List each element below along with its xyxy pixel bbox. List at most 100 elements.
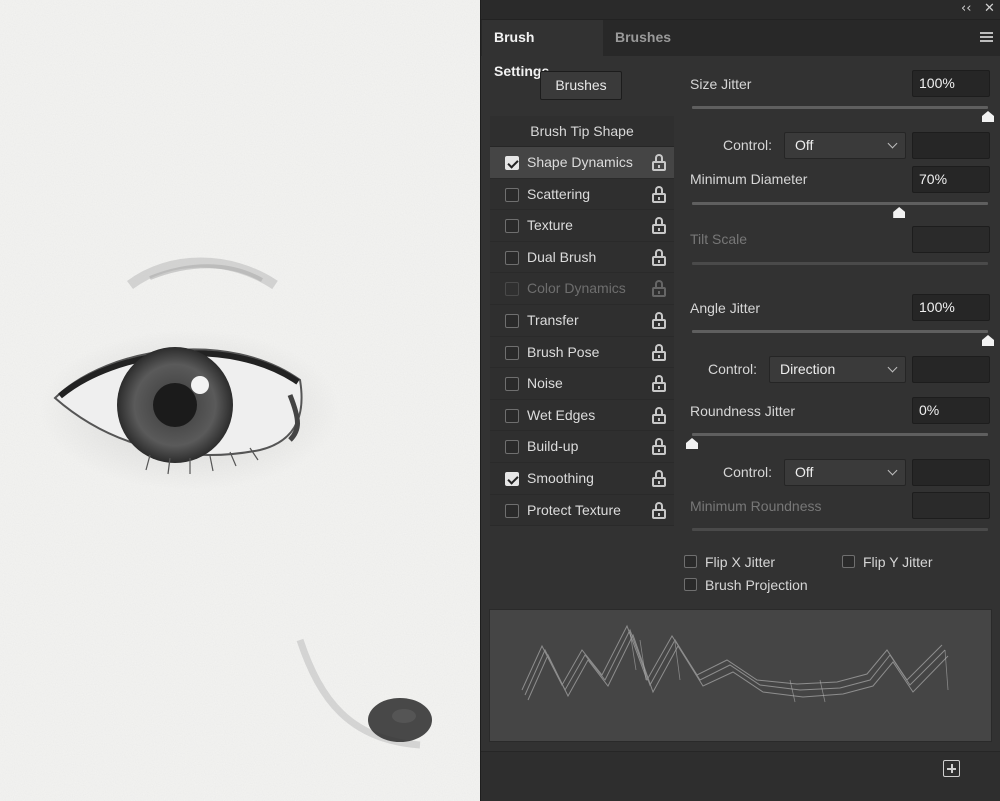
checkbox[interactable] xyxy=(684,555,697,568)
brush-option-label: Texture xyxy=(527,217,573,234)
brush-option-row[interactable]: Smoothing xyxy=(490,462,674,495)
tab-brushes[interactable]: Brushes xyxy=(603,20,680,56)
collapse-icon[interactable]: ‹‹ xyxy=(961,1,971,16)
flip-y-jitter-label: Flip Y Jitter xyxy=(863,554,933,570)
tilt-scale-field[interactable] xyxy=(912,226,990,253)
brush-option-label: Dual Brush xyxy=(527,248,597,265)
checkbox[interactable] xyxy=(684,578,697,591)
checkbox[interactable] xyxy=(505,187,519,202)
checkbox[interactable] xyxy=(505,156,519,170)
brush-option-row[interactable]: Color Dynamics xyxy=(490,273,674,305)
size-jitter-control-field[interactable] xyxy=(912,132,990,159)
control-label: Control: xyxy=(723,137,773,153)
chevron-down-icon xyxy=(887,465,898,476)
unlock-icon[interactable] xyxy=(652,375,666,393)
panel-tab-bar: Brush Settings Brushes xyxy=(481,20,1000,79)
stroke-preview-graphic xyxy=(521,624,949,703)
brush-option-label: Color Dynamics xyxy=(527,280,626,297)
brush-option-label: Wet Edges xyxy=(527,406,596,423)
create-new-brush-icon[interactable] xyxy=(943,760,960,777)
angle-jitter-slider[interactable] xyxy=(692,330,988,333)
brush-projection-label: Brush Projection xyxy=(705,577,808,593)
tilt-scale-slider[interactable] xyxy=(692,262,988,265)
brush-option-row[interactable]: Protect Texture xyxy=(490,494,674,527)
minimum-roundness-field[interactable] xyxy=(912,492,990,519)
brush-options-list: Brush Tip Shape Shape Dynamics Scattering… xyxy=(490,116,674,527)
close-icon[interactable]: ✕ xyxy=(984,1,995,16)
panel-title-bar: ‹‹ ✕ xyxy=(481,0,1000,20)
brush-option-label: Protect Texture xyxy=(527,501,621,518)
brush-option-row[interactable]: Wet Edges xyxy=(490,399,674,432)
unlock-icon[interactable] xyxy=(652,438,666,456)
brush-settings-panel: ‹‹ ✕ Brush Settings Brushes Brushes Brus… xyxy=(480,0,1000,801)
tab-brush-settings[interactable]: Brush Settings xyxy=(482,20,603,79)
brush-option-row[interactable]: Dual Brush xyxy=(490,241,674,274)
brush-option-label: Scattering xyxy=(527,185,591,202)
roundness-jitter-label: Roundness Jitter xyxy=(690,403,796,419)
chevron-down-icon xyxy=(887,138,898,149)
unlock-icon[interactable] xyxy=(652,406,666,424)
unlock-icon[interactable] xyxy=(652,248,666,266)
unlock-icon[interactable] xyxy=(652,469,666,487)
brush-option-label: Smoothing xyxy=(527,469,594,486)
unlock-icon[interactable] xyxy=(652,217,666,235)
minimum-diameter-slider[interactable] xyxy=(692,202,988,205)
unlock-icon[interactable] xyxy=(652,185,666,203)
control-value: Direction xyxy=(780,361,836,377)
brush-option-label: Transfer xyxy=(527,311,579,328)
brush-option-row[interactable]: Noise xyxy=(490,368,674,400)
checkbox[interactable] xyxy=(505,313,519,328)
brush-option-label: Noise xyxy=(527,375,563,392)
flip-x-jitter-label: Flip X Jitter xyxy=(705,554,776,570)
roundness-jitter-control-field[interactable] xyxy=(912,459,990,486)
size-jitter-field[interactable]: 100% xyxy=(912,70,990,97)
unlock-icon[interactable] xyxy=(652,154,666,171)
minimum-roundness-label: Minimum Roundness xyxy=(690,498,822,514)
brush-option-row[interactable]: Texture xyxy=(490,210,674,242)
brush-tip-shape-item[interactable]: Brush Tip Shape xyxy=(490,116,674,147)
roundness-jitter-slider[interactable] xyxy=(692,433,988,436)
checkbox[interactable] xyxy=(505,377,519,392)
angle-jitter-field[interactable]: 100% xyxy=(912,294,990,321)
checkbox[interactable] xyxy=(505,408,519,423)
minimum-diameter-field[interactable]: 70% xyxy=(912,166,990,193)
checkbox[interactable] xyxy=(505,345,519,360)
minimum-diameter-label: Minimum Diameter xyxy=(690,171,808,187)
checkbox[interactable] xyxy=(505,503,519,518)
angle-jitter-control-select[interactable]: Direction xyxy=(769,356,906,383)
brushes-button[interactable]: Brushes xyxy=(540,71,622,100)
brush-option-label: Shape Dynamics xyxy=(527,154,633,170)
panel-menu-icon[interactable] xyxy=(980,32,993,43)
roundness-jitter-field[interactable]: 0% xyxy=(912,397,990,424)
brush-stroke-preview xyxy=(489,609,992,742)
tilt-scale-label: Tilt Scale xyxy=(690,231,748,247)
brush-option-row[interactable]: Brush Pose xyxy=(490,336,674,369)
brush-option-row[interactable]: Shape Dynamics xyxy=(490,147,674,179)
angle-jitter-label: Angle Jitter xyxy=(690,300,761,316)
unlock-icon[interactable] xyxy=(652,343,666,361)
unlock-icon[interactable] xyxy=(652,501,666,519)
control-value: Off xyxy=(795,137,814,153)
checkbox[interactable] xyxy=(505,471,519,486)
control-label: Control: xyxy=(723,464,773,480)
checkbox[interactable] xyxy=(505,440,519,455)
roundness-jitter-control-select[interactable]: Off xyxy=(784,459,906,486)
checkbox[interactable] xyxy=(505,282,519,297)
size-jitter-label: Size Jitter xyxy=(690,76,752,92)
panel-footer xyxy=(481,751,1000,801)
minimum-roundness-slider[interactable] xyxy=(692,528,988,531)
checkbox[interactable] xyxy=(505,219,519,234)
checkbox[interactable] xyxy=(505,250,519,265)
size-jitter-slider[interactable] xyxy=(692,106,988,109)
brush-option-row[interactable]: Build-up xyxy=(490,431,674,463)
checkbox[interactable] xyxy=(842,555,855,568)
angle-jitter-control-field[interactable] xyxy=(912,356,990,383)
unlock-icon[interactable] xyxy=(652,280,666,298)
brush-option-row[interactable]: Transfer xyxy=(490,304,674,337)
brush-option-row[interactable]: Scattering xyxy=(490,178,674,211)
sketch-eye xyxy=(40,330,340,490)
control-label: Control: xyxy=(708,361,758,377)
size-jitter-control-select[interactable]: Off xyxy=(784,132,906,159)
unlock-icon[interactable] xyxy=(652,311,666,329)
brush-option-label: Brush Pose xyxy=(527,343,600,360)
